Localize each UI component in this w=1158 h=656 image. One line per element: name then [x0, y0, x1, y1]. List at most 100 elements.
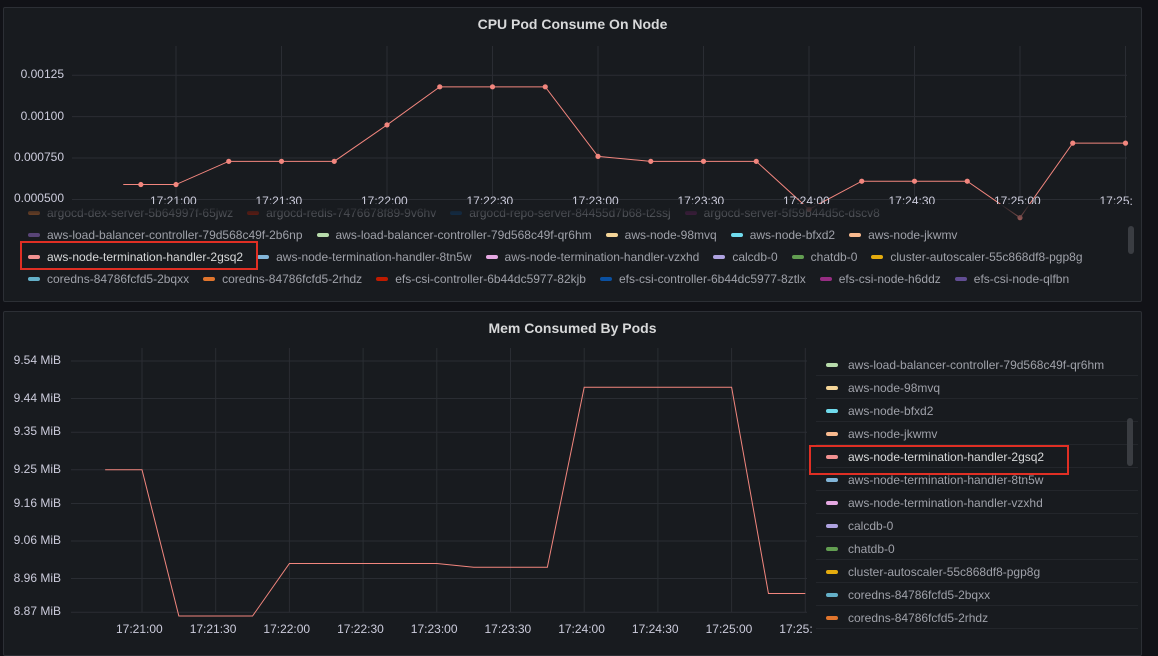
legend-color-swatch — [826, 454, 838, 459]
mem-legend-item[interactable]: cluster-autoscaler-55c868df8-pgp8g — [816, 561, 1138, 583]
legend-label: chatdb-0 — [848, 541, 895, 556]
data-point — [700, 158, 707, 164]
mem-legend-item[interactable]: aws-node-jkwmv — [816, 423, 1138, 445]
legend-label: aws-node-98mvq — [848, 380, 941, 395]
y-tick-label: 8.96 MiB — [13, 570, 61, 585]
y-tick-label: 0.00125 — [20, 67, 64, 82]
cpu-legend-item[interactable]: aws-node-98mvq — [605, 227, 717, 243]
mem-legend-item[interactable]: aws-node-bfxd2 — [816, 400, 1138, 422]
x-tick-label: 17:23:30 — [484, 622, 532, 636]
cpu-legend-item[interactable]: aws-load-balancer-controller-79d568c49f-… — [316, 227, 592, 243]
data-point — [278, 158, 285, 164]
legend-label: coredns-84786fcfd5-2bqxx — [848, 587, 991, 602]
cpu-legend-item[interactable]: chatdb-0 — [791, 249, 858, 265]
legend-color-swatch — [826, 523, 838, 528]
legend-label: aws-node-98mvq — [624, 228, 717, 242]
legend-label: cluster-autoscaler-55c868df8-pgp8g — [890, 250, 1083, 264]
legend-color-swatch — [826, 431, 838, 436]
cpu-legend-scrollbar[interactable] — [1128, 226, 1134, 254]
data-point — [138, 181, 144, 188]
legend-color-swatch — [28, 255, 40, 259]
mem-legend-item[interactable]: aws-node-98mvq — [816, 377, 1138, 399]
data-point — [595, 153, 601, 159]
y-tick-label: 9.35 MiB — [13, 424, 61, 439]
y-tick-label: 0.000750 — [13, 150, 64, 165]
cpu-legend-item[interactable]: aws-node-termination-handler-2gsq2 — [28, 249, 243, 265]
legend-color-swatch — [954, 277, 967, 281]
data-point — [331, 158, 337, 164]
cpu-legend-item[interactable]: efs-csi-controller-6b44dc5977-82kjb — [376, 271, 586, 287]
x-tick-label: 17:25:00 — [705, 622, 753, 636]
cpu-legend-item[interactable]: calcdb-0 — [713, 249, 778, 265]
legend-label: aws-node-termination-handler-2gsq2 — [848, 449, 1045, 464]
data-point — [437, 84, 443, 90]
legend-color-swatch — [713, 255, 726, 259]
legend-label: aws-node-jkwmv — [868, 228, 958, 242]
legend-color-swatch — [826, 362, 838, 367]
y-tick-label: 9.16 MiB — [13, 495, 61, 510]
cpu-panel: CPU Pod Consume On Node 0.00125 0.00100 0.… — [3, 7, 1142, 302]
cpu-legend-item[interactable]: efs-csi-node-h6ddz — [819, 271, 941, 287]
y-tick-label: 8.87 MiB — [13, 604, 61, 619]
legend-label: coredns-84786fcfd5-2bqxx — [47, 272, 190, 286]
legend-color-swatch — [826, 546, 838, 551]
legend-color-swatch — [826, 408, 838, 413]
y-tick-label: 9.44 MiB — [13, 390, 61, 405]
cpu-legend-item[interactable]: coredns-84786fcfd5-2bqxx — [28, 271, 189, 287]
legend-label: aws-node-jkwmv — [848, 426, 938, 441]
data-point — [911, 178, 918, 184]
legend-color-swatch — [485, 255, 498, 259]
legend-label: aws-node-termination-handler-vzxhd — [504, 250, 700, 264]
x-tick-label: 17:25: — [779, 622, 813, 636]
legend-color-swatch — [826, 500, 838, 505]
legend-label: chatdb-0 — [810, 250, 858, 264]
data-point — [489, 84, 496, 90]
legend-label: aws-node-termination-handler-2gsq2 — [47, 250, 244, 264]
cpu-legend-item[interactable]: aws-node-jkwmv — [849, 227, 957, 243]
legend-label: coredns-84786fcfd5-2rhdz — [222, 272, 363, 286]
mem-legend-item[interactable]: chatdb-0 — [816, 538, 1138, 560]
data-point — [648, 158, 654, 164]
mem-legend-item[interactable]: aws-node-termination-handler-8tn5w — [816, 469, 1138, 491]
legend-label: coredns-84786fcfd5-2rhdz — [848, 610, 989, 625]
legend-color-swatch — [826, 592, 838, 597]
mem-legend-item[interactable]: aws-node-termination-handler-2gsq2 — [816, 446, 1138, 468]
cpu-legend-item[interactable]: aws-node-bfxd2 — [730, 227, 835, 243]
mem-legend-item[interactable]: calcdb-0 — [816, 515, 1138, 537]
legend-label: calcdb-0 — [848, 518, 894, 533]
mem-legend-item[interactable]: aws-load-balancer-controller-79d568c49f-… — [816, 354, 1138, 376]
legend-color-swatch — [819, 277, 832, 281]
legend-label: cluster-autoscaler-55c868df8-pgp8g — [848, 564, 1041, 579]
data-point — [1070, 140, 1076, 146]
mem-legend-scrollbar[interactable] — [1127, 418, 1133, 466]
mem-legend-item[interactable]: coredns-84786fcfd5-2bqxx — [816, 584, 1138, 606]
series-line — [105, 386, 806, 617]
cpu-legend-item[interactable]: aws-load-balancer-controller-79d568c49f-… — [28, 227, 303, 243]
legend-color-swatch — [826, 477, 838, 482]
cpu-legend-item[interactable]: aws-node-termination-handler-vzxhd — [485, 249, 700, 265]
data-point — [753, 158, 759, 164]
cpu-legend-item[interactable]: efs-csi-controller-6b44dc5977-8ztlx — [599, 271, 806, 287]
legend-color-swatch — [730, 233, 743, 237]
mem-legend-item[interactable]: coredns-84786fcfd5-2rhdz — [816, 607, 1138, 629]
data-point — [859, 178, 865, 184]
legend-label: aws-node-termination-handler-8tn5w — [276, 250, 472, 264]
legend-color-swatch — [605, 233, 618, 237]
mem-panel: Mem Consumed By Pods 9.54 MiB 9.44 MiB 9.3… — [3, 311, 1142, 656]
cpu-legend-item[interactable]: cluster-autoscaler-55c868df8-pgp8g — [871, 249, 1083, 265]
cpu-legend-item[interactable]: efs-csi-node-qlfbn — [954, 271, 1069, 287]
y-tick-label: 0.00100 — [20, 108, 64, 123]
data-point — [173, 181, 179, 188]
data-point — [1122, 140, 1129, 146]
mem-legend-item[interactable]: aws-node-termination-handler-vzxhd — [816, 492, 1138, 514]
legend-label: aws-load-balancer-controller-79d568c49f-… — [335, 228, 592, 242]
cpu-legend-item[interactable]: aws-node-termination-handler-8tn5w — [257, 249, 472, 265]
legend-color-swatch — [28, 277, 40, 281]
x-tick-label: 17:23:00 — [410, 622, 458, 636]
legend-color-swatch — [826, 569, 838, 574]
data-point — [964, 178, 970, 184]
x-tick-label: 17:22:00 — [263, 622, 311, 636]
legend-color-swatch — [849, 233, 862, 237]
cpu-legend-item[interactable]: coredns-84786fcfd5-2rhdz — [203, 271, 362, 287]
legend-label: aws-node-termination-handler-vzxhd — [848, 495, 1043, 510]
